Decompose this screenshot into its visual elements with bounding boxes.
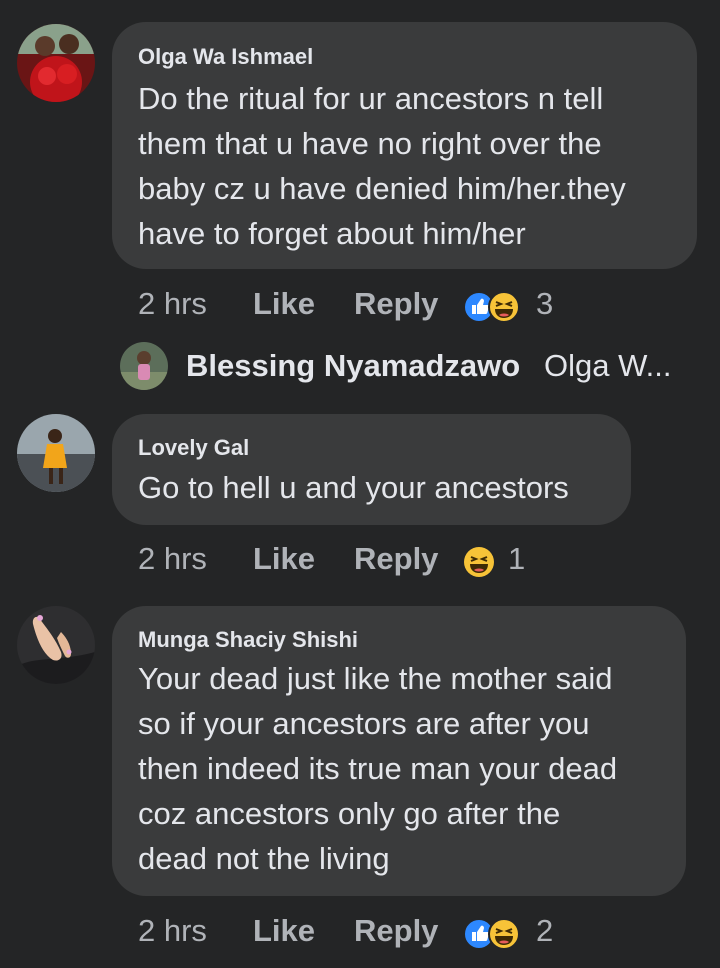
comment-text: Your dead just like the mother said so i…: [138, 656, 617, 881]
reply-button[interactable]: Reply: [354, 913, 438, 949]
comment-text-line: baby cz u have denied him/her.they: [138, 171, 626, 206]
avatar[interactable]: [17, 606, 95, 684]
reactions[interactable]: [462, 545, 496, 579]
reaction-count[interactable]: 2: [536, 913, 553, 949]
comment-actions: 2 hrs Like Reply 1: [138, 541, 698, 581]
comment-text-line: Do the ritual for ur ancestors n tell: [138, 81, 604, 116]
comment-text-line: dead not the living: [138, 841, 390, 876]
reaction-count[interactable]: 3: [536, 286, 553, 322]
like-button[interactable]: Like: [253, 541, 315, 577]
avatar-image: [17, 414, 95, 492]
comment-text-line: have to forget about him/her: [138, 216, 526, 251]
reply-snippet[interactable]: Olga W...: [544, 348, 671, 384]
comment-text-line: them that u have no right over the: [138, 126, 602, 161]
comment-timestamp[interactable]: 2 hrs: [138, 286, 207, 322]
comment-text-line: then indeed its true man your dead: [138, 751, 618, 786]
comment-timestamp[interactable]: 2 hrs: [138, 913, 207, 949]
comment-timestamp[interactable]: 2 hrs: [138, 541, 207, 577]
haha-reaction-icon: [488, 918, 520, 950]
comment-text-line: Your dead just like the mother said: [138, 661, 613, 696]
comment-actions: 2 hrs Like Reply 2: [138, 913, 698, 953]
reactions[interactable]: [462, 917, 524, 951]
like-button[interactable]: Like: [253, 286, 315, 322]
comment-text: Do the ritual for ur ancestors n tell th…: [138, 76, 626, 256]
reply-avatar-image: [120, 342, 168, 390]
avatar-image: [17, 606, 95, 684]
comment-actions: 2 hrs Like Reply 3: [138, 286, 698, 326]
reply-avatar[interactable]: [120, 342, 168, 390]
avatar-image: [17, 24, 95, 102]
reply-button[interactable]: Reply: [354, 541, 438, 577]
comment-text-line: so if your ancestors are after you: [138, 706, 590, 741]
like-button[interactable]: Like: [253, 913, 315, 949]
comment-author[interactable]: Olga Wa Ishmael: [138, 44, 313, 70]
reaction-count[interactable]: 1: [508, 541, 525, 577]
reply-preview[interactable]: Blessing Nyamadzawo Olga W...: [120, 340, 700, 392]
reply-button[interactable]: Reply: [354, 286, 438, 322]
avatar[interactable]: [17, 414, 95, 492]
haha-reaction-icon: [488, 291, 520, 323]
avatar[interactable]: [17, 24, 95, 102]
reactions[interactable]: [462, 290, 524, 324]
comment-text: Go to hell u and your ancestors: [138, 465, 569, 510]
comment-text-line: coz ancestors only go after the: [138, 796, 561, 831]
comment-author[interactable]: Lovely Gal: [138, 435, 249, 461]
reply-author[interactable]: Blessing Nyamadzawo: [186, 348, 520, 384]
comment-author[interactable]: Munga Shaciy Shishi: [138, 627, 358, 653]
comment-text-line: Go to hell u and your ancestors: [138, 470, 569, 505]
haha-reaction-icon: [464, 547, 494, 577]
